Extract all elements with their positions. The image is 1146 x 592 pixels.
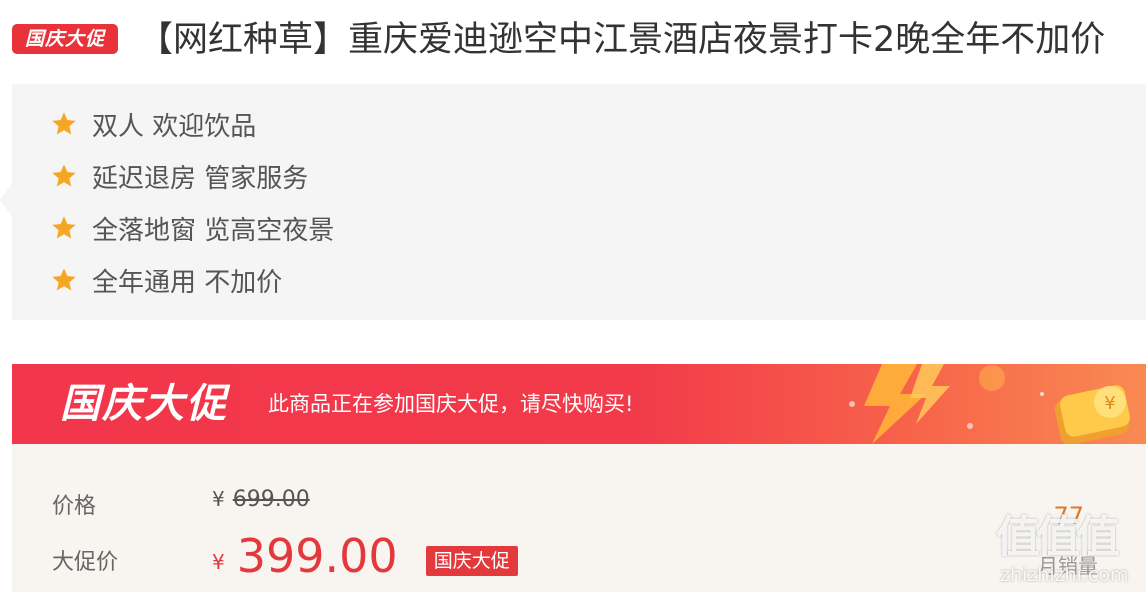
svg-text:¥: ¥ bbox=[1104, 393, 1115, 414]
price-panel: 价格 ¥699.00 大促价 ¥ 399.00 国庆大促 77 月销量 bbox=[12, 444, 1146, 592]
lightning-icon bbox=[864, 364, 926, 444]
star-icon bbox=[52, 268, 76, 291]
feature-box-notch bbox=[0, 184, 12, 216]
feature-text: 双人 欢迎饮品 bbox=[92, 111, 257, 142]
feature-text: 全年通用 不加价 bbox=[92, 267, 283, 298]
feature-text: 延迟退房 管家服务 bbox=[92, 163, 309, 194]
promo-price: ¥ 399.00 国庆大促 bbox=[212, 530, 518, 582]
promo-badge: 国庆大促 bbox=[12, 24, 118, 54]
feature-text: 全落地窗 览高空夜景 bbox=[92, 215, 335, 246]
banner-decoration: ¥ bbox=[849, 364, 1130, 444]
lightning-icon bbox=[910, 364, 950, 424]
star-icon bbox=[52, 216, 76, 239]
coin-icon bbox=[979, 365, 1005, 391]
star-icon bbox=[52, 112, 76, 135]
banner-subtitle: 此商品正在参加国庆大促，请尽快购买! bbox=[268, 392, 634, 416]
feature-list: 双人 欢迎饮品 延迟退房 管家服务 全落地窗 览高空夜景 全年通用 不加价 bbox=[50, 98, 334, 306]
monthly-sales-label: 月销量 bbox=[1038, 554, 1098, 578]
original-price-label: 价格 bbox=[52, 494, 97, 519]
wallet-icon: ¥ bbox=[1054, 385, 1130, 444]
feature-box: 双人 欢迎饮品 延迟退房 管家服务 全落地窗 览高空夜景 全年通用 不加价 bbox=[0, 84, 1146, 320]
feature-item: 全落地窗 览高空夜景 bbox=[50, 202, 334, 254]
original-price: ¥699.00 bbox=[212, 487, 310, 512]
promo-price-value: 399.00 bbox=[236, 529, 398, 583]
promo-banner: 国庆大促 此商品正在参加国庆大促，请尽快购买! ¥ bbox=[12, 364, 1146, 444]
product-title-row: 国庆大促 【网红种草】重庆爱迪逊空中江景酒店夜景打卡2晚全年不加价 bbox=[12, 12, 1146, 68]
currency-symbol: ¥ bbox=[212, 550, 225, 574]
sparkle-icon bbox=[849, 401, 855, 407]
feature-item: 双人 欢迎饮品 bbox=[50, 98, 334, 150]
promo-price-tag: 国庆大促 bbox=[425, 546, 518, 576]
promo-price-label: 大促价 bbox=[52, 550, 119, 575]
banner-title: 国庆大促 bbox=[60, 381, 228, 427]
product-title: 【网红种草】重庆爱迪逊空中江景酒店夜景打卡2晚全年不加价 bbox=[138, 20, 1106, 60]
monthly-sales-count: 77 bbox=[1053, 502, 1084, 530]
sparkle-icon bbox=[1040, 392, 1044, 396]
original-price-value: 699.00 bbox=[232, 487, 310, 512]
product-page: 国庆大促 【网红种草】重庆爱迪逊空中江景酒店夜景打卡2晚全年不加价 双人 欢迎饮… bbox=[0, 0, 1146, 592]
star-icon bbox=[52, 164, 76, 187]
sparkle-icon bbox=[967, 423, 973, 429]
feature-item: 全年通用 不加价 bbox=[50, 254, 334, 306]
feature-item: 延迟退房 管家服务 bbox=[50, 150, 334, 202]
currency-symbol: ¥ bbox=[212, 487, 225, 511]
